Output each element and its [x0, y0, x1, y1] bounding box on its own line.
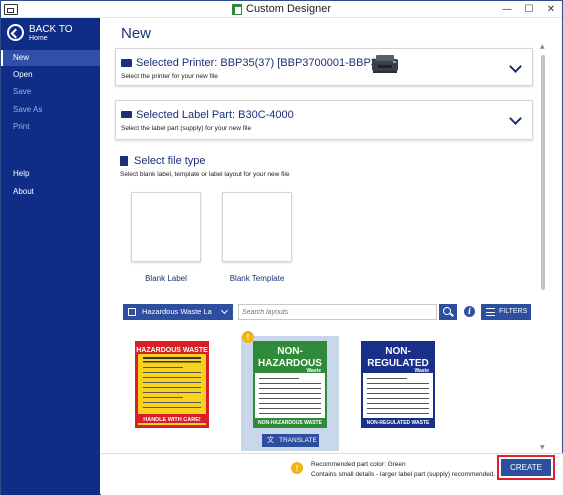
blank-template-option[interactable] — [222, 192, 292, 262]
file-type-title: Select file type — [134, 155, 206, 167]
info-icon[interactable]: i — [464, 306, 475, 317]
maximize-button[interactable]: ☐ — [519, 1, 539, 18]
printer-icon — [121, 59, 132, 67]
chevron-down-icon[interactable] — [509, 60, 522, 73]
scroll-up-icon[interactable]: ▲ — [540, 43, 545, 50]
hazardous-waste-footer: HANDLE WITH CARE! — [143, 417, 201, 423]
scroll-thumb[interactable] — [541, 55, 545, 290]
sidebar: BACK TO Home New Open Save Save As Print… — [1, 18, 100, 495]
sidebar-item-help[interactable]: Help — [1, 166, 100, 182]
layout-non-hazardous-waste[interactable]: ! NON- HAZARDOUS Waste NON-HAZARDOUS WAS… — [241, 331, 339, 451]
sidebar-item-open[interactable]: Open — [1, 67, 100, 83]
search-input[interactable] — [238, 304, 437, 320]
warning-icon: ! — [291, 462, 303, 474]
bottom-bar: ! Recommended part color: Green Contains… — [101, 453, 563, 495]
app-logo-icon — [232, 4, 242, 15]
window-title: Custom Designer — [246, 3, 331, 15]
layout-filter-bar: Hazardous Waste La i FILTERS — [123, 304, 533, 320]
filters-label: FILTERS — [499, 308, 528, 315]
back-subtitle: Home — [29, 35, 48, 42]
translate-label: TRANSLATE — [279, 437, 317, 444]
printer-card-subtitle: Select the printer for your new file — [121, 73, 218, 80]
title-wrap: Custom Designer — [1, 1, 562, 18]
vertical-scrollbar[interactable]: ▲ ▼ — [538, 43, 548, 451]
category-icon — [128, 308, 136, 316]
blank-label-option[interactable] — [131, 192, 201, 262]
blank-label-caption[interactable]: Blank Label — [121, 274, 211, 283]
non-hazardous-header-line1: NON- — [277, 346, 303, 357]
label-part-card-title: Selected Label Part: B30C-4000 — [136, 109, 294, 121]
non-hazardous-footer: NON-HAZARDOUS WASTE — [258, 420, 323, 426]
translate-icon: 文 — [267, 436, 274, 444]
back-to-home-button[interactable]: BACK TO Home — [7, 22, 97, 44]
recommendation-color: Recommended part color: Green — [311, 461, 406, 468]
translate-button[interactable]: 文 TRANSLATE — [262, 434, 319, 447]
printer-card-title: Selected Printer: BBP35(37) [BBP3700001-… — [136, 57, 387, 69]
non-regulated-header-line1: NON- — [385, 346, 411, 357]
app-window: Custom Designer — ☐ ✕ BACK TO Home New O… — [0, 0, 563, 495]
title-bar: Custom Designer — ☐ ✕ — [1, 1, 562, 18]
main-content: New Selected Printer: BBP35(37) [BBP3700… — [101, 18, 549, 453]
sidebar-item-about[interactable]: About — [1, 184, 100, 200]
file-type-subtitle: Select blank label, template or label la… — [120, 171, 290, 178]
non-hazardous-waste-label-image: NON- HAZARDOUS Waste NON-HAZARDOUS WASTE — [253, 341, 327, 428]
close-button[interactable]: ✕ — [541, 1, 561, 18]
create-button[interactable]: CREATE — [501, 459, 551, 476]
non-regulated-footer: NON-REGULATED WASTE — [367, 420, 430, 426]
layout-non-regulated-waste[interactable]: NON- REGULATED Waste NON-REGULATED WASTE — [349, 336, 447, 451]
layout-hazardous-waste[interactable]: HAZARDOUS WASTE HANDLE WITH CARE! — [123, 336, 221, 451]
sidebar-item-print[interactable]: Print — [1, 119, 100, 135]
scroll-down-icon[interactable]: ▼ — [540, 444, 545, 451]
hazardous-waste-label-image: HAZARDOUS WASTE HANDLE WITH CARE! — [135, 341, 209, 428]
back-title: BACK TO — [29, 24, 73, 35]
non-hazardous-tag: Waste — [306, 368, 321, 374]
printer-card[interactable]: Selected Printer: BBP35(37) [BBP3700001-… — [115, 48, 533, 86]
sidebar-item-save[interactable]: Save — [1, 84, 100, 100]
label-part-icon — [121, 111, 132, 118]
svg-text:!: ! — [247, 333, 250, 342]
file-icon — [120, 156, 128, 166]
sidebar-item-save-as[interactable]: Save As — [1, 102, 100, 118]
chevron-down-icon[interactable] — [509, 112, 522, 125]
page-title: New — [121, 25, 152, 42]
sidebar-item-new[interactable]: New — [1, 50, 100, 66]
search-button[interactable] — [439, 304, 457, 320]
back-arrow-icon — [7, 24, 24, 41]
recommendation-size: Contains small details - larger label pa… — [311, 471, 496, 478]
category-dropdown[interactable]: Hazardous Waste La — [123, 304, 233, 320]
non-regulated-tag: Waste — [414, 368, 429, 374]
label-part-card-subtitle: Select the label part (supply) for your … — [121, 125, 252, 132]
label-part-card[interactable]: Selected Label Part: B30C-4000 Select th… — [115, 100, 533, 140]
blank-template-caption[interactable]: Blank Template — [212, 274, 302, 283]
chevron-down-icon — [220, 306, 229, 315]
filters-button[interactable]: FILTERS — [481, 304, 531, 320]
sliders-icon — [486, 308, 495, 316]
printer-image — [372, 55, 398, 73]
svg-text:!: ! — [296, 464, 299, 473]
non-regulated-waste-label-image: NON- REGULATED Waste NON-REGULATED WASTE — [361, 341, 435, 428]
hazardous-waste-header: HAZARDOUS WASTE — [136, 347, 208, 354]
minimize-button[interactable]: — — [497, 1, 517, 18]
category-label: Hazardous Waste La — [142, 307, 212, 316]
